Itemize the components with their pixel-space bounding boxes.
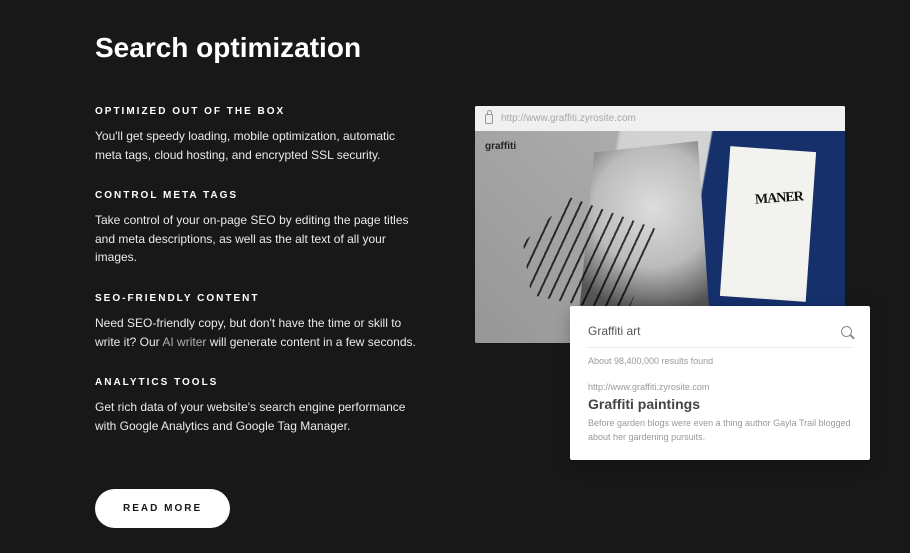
site-brand-text: graffiti bbox=[485, 141, 516, 152]
feature-body: Take control of your on-page SEO by edit… bbox=[95, 211, 425, 267]
feature-heading: OPTIMIZED OUT OF THE BOX bbox=[95, 106, 425, 117]
result-url: http://www.graffiti.zyrosite.com bbox=[588, 382, 852, 392]
feature-item: SEO-FRIENDLY CONTENT Need SEO-friendly c… bbox=[95, 293, 425, 351]
feature-heading: CONTROL META TAGS bbox=[95, 190, 425, 201]
feature-heading: ANALYTICS TOOLS bbox=[95, 377, 425, 388]
search-input[interactable] bbox=[588, 324, 808, 338]
read-more-button[interactable]: READ MORE bbox=[95, 489, 230, 528]
browser-url: http://www.graffiti.zyrosite.com bbox=[501, 113, 636, 124]
feature-item: CONTROL META TAGS Take control of your o… bbox=[95, 190, 425, 267]
address-bar: http://www.graffiti.zyrosite.com bbox=[475, 106, 845, 131]
graffiti-tag-text: MANER bbox=[755, 189, 804, 208]
feature-item: ANALYTICS TOOLS Get rich data of your we… bbox=[95, 377, 425, 435]
feature-body: Need SEO-friendly copy, but don't have t… bbox=[95, 314, 425, 351]
ai-writer-link[interactable]: AI writer bbox=[162, 335, 206, 349]
feature-heading: SEO-FRIENDLY CONTENT bbox=[95, 293, 425, 304]
search-result-card: About 98,400,000 results found http://ww… bbox=[570, 306, 870, 460]
feature-body-post: will generate content in a few seconds. bbox=[206, 335, 415, 349]
feature-list: OPTIMIZED OUT OF THE BOX You'll get spee… bbox=[95, 106, 425, 528]
result-title[interactable]: Graffiti paintings bbox=[588, 396, 852, 412]
result-description: Before garden blogs were even a thing au… bbox=[588, 417, 852, 444]
page-title: Search optimization bbox=[95, 32, 910, 64]
feature-item: OPTIMIZED OUT OF THE BOX You'll get spee… bbox=[95, 106, 425, 164]
lock-icon bbox=[485, 114, 493, 124]
feature-body: You'll get speedy loading, mobile optimi… bbox=[95, 127, 425, 164]
search-icon[interactable] bbox=[841, 326, 852, 337]
paper-strip-graphic bbox=[720, 146, 816, 302]
preview-column: http://www.graffiti.zyrosite.com graffit… bbox=[475, 106, 855, 528]
results-count: About 98,400,000 results found bbox=[588, 356, 852, 366]
feature-body: Get rich data of your website's search e… bbox=[95, 398, 425, 435]
